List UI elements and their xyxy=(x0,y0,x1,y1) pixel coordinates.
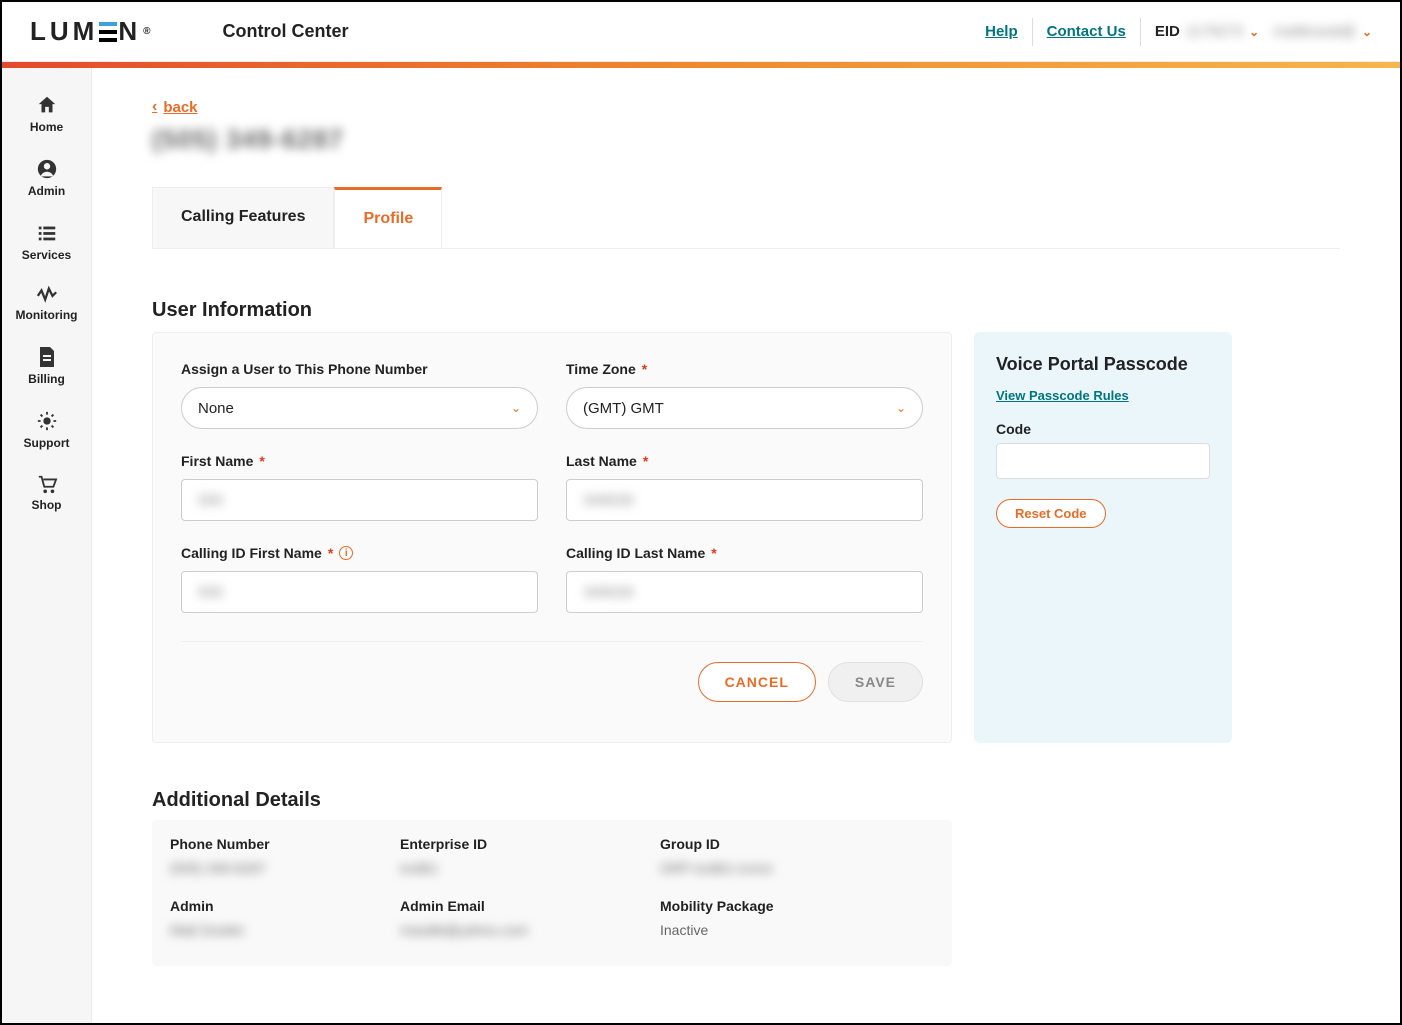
cart-icon xyxy=(36,474,58,494)
chevron-down-icon: ⌄ xyxy=(896,401,906,415)
list-icon xyxy=(36,222,58,244)
cid-last-name-input[interactable] xyxy=(566,571,923,613)
cid-last-name-label: Calling ID Last Name* xyxy=(566,545,923,561)
group-id-value: GRP-evdb1-xxxxx xyxy=(660,860,934,876)
tab-profile[interactable]: Profile xyxy=(334,187,442,248)
sidebar-label: Home xyxy=(30,120,63,134)
back-link[interactable]: ‹ back xyxy=(152,98,198,116)
sidebar-label: Billing xyxy=(28,372,65,386)
user-info-card: Assign a User to This Phone Number None … xyxy=(152,332,952,743)
admin-email-label: Admin Email xyxy=(400,898,660,914)
reset-code-button[interactable]: Reset Code xyxy=(996,499,1106,528)
last-name-label: Last Name* xyxy=(566,453,923,469)
sidebar-item-billing[interactable]: Billing xyxy=(2,334,91,398)
support-icon xyxy=(36,410,58,432)
app-title: Control Center xyxy=(222,21,348,42)
assign-user-label: Assign a User to This Phone Number xyxy=(181,361,538,377)
admin-value: Matt Dowler xyxy=(170,922,400,938)
mobility-package-value: Inactive xyxy=(660,922,934,938)
user-value: mattkowal@ xyxy=(1273,23,1356,40)
last-name-input[interactable] xyxy=(566,479,923,521)
timezone-value: (GMT) GMT xyxy=(583,400,664,417)
assign-user-value: None xyxy=(198,400,234,417)
sidebar-label: Monitoring xyxy=(16,308,78,322)
divider xyxy=(181,641,923,642)
mobility-package-label: Mobility Package xyxy=(660,898,934,914)
sidebar-label: Support xyxy=(24,436,70,450)
assign-user-select[interactable]: None ⌄ xyxy=(181,387,538,429)
sidebar-item-home[interactable]: Home xyxy=(2,82,91,146)
eid-dropdown[interactable]: EID 1179273 ⌄ xyxy=(1155,23,1259,40)
monitoring-icon xyxy=(36,286,58,304)
sidebar: Home Admin Services Monitoring Billing S… xyxy=(2,68,92,1023)
passcode-title: Voice Portal Passcode xyxy=(996,354,1210,375)
chevron-left-icon: ‹ xyxy=(152,98,157,116)
user-info-heading: User Information xyxy=(152,299,1340,322)
chevron-down-icon: ⌄ xyxy=(1362,25,1372,39)
divider xyxy=(1140,18,1141,46)
divider xyxy=(1032,18,1033,46)
sidebar-label: Admin xyxy=(28,184,65,198)
sidebar-item-services[interactable]: Services xyxy=(2,210,91,274)
code-label: Code xyxy=(996,421,1210,437)
page-title-phone: (505) 349-6287 xyxy=(152,124,1340,155)
additional-details-card: Phone Number (505) 349-6287 Enterprise I… xyxy=(152,820,952,966)
tabs: Calling Features Profile xyxy=(152,187,1340,249)
cid-first-name-input[interactable] xyxy=(181,571,538,613)
eid-label: EID xyxy=(1155,23,1180,40)
first-name-input[interactable] xyxy=(181,479,538,521)
billing-icon xyxy=(37,346,57,368)
additional-details-heading: Additional Details xyxy=(152,789,1340,812)
save-button[interactable]: SAVE xyxy=(828,662,923,702)
timezone-label: Time Zone* xyxy=(566,361,923,377)
home-icon xyxy=(36,94,58,116)
lumen-logo: LUMN® xyxy=(30,16,154,47)
tab-calling-features[interactable]: Calling Features xyxy=(152,187,334,248)
sidebar-label: Shop xyxy=(32,498,62,512)
cid-first-name-label: Calling ID First Name*i xyxy=(181,545,538,561)
group-id-label: Group ID xyxy=(660,836,934,852)
code-input[interactable] xyxy=(996,443,1210,479)
main-content: ‹ back (505) 349-6287 Calling Features P… xyxy=(92,68,1400,1023)
topbar: LUMN® Control Center Help Contact Us EID… xyxy=(2,2,1400,62)
user-icon xyxy=(36,158,58,180)
phone-number-label: Phone Number xyxy=(170,836,400,852)
user-dropdown[interactable]: mattkowal@ ⌄ xyxy=(1273,23,1372,40)
chevron-down-icon: ⌄ xyxy=(1249,25,1259,39)
voice-portal-passcode-card: Voice Portal Passcode View Passcode Rule… xyxy=(974,332,1232,743)
back-text: back xyxy=(163,99,197,116)
topbar-right: Help Contact Us EID 1179273 ⌄ mattkowal@… xyxy=(985,18,1372,46)
timezone-select[interactable]: (GMT) GMT ⌄ xyxy=(566,387,923,429)
view-passcode-rules-link[interactable]: View Passcode Rules xyxy=(996,388,1129,403)
enterprise-id-label: Enterprise ID xyxy=(400,836,660,852)
sidebar-item-monitoring[interactable]: Monitoring xyxy=(2,274,91,334)
sidebar-item-support[interactable]: Support xyxy=(2,398,91,462)
phone-number-value: (505) 349-6287 xyxy=(170,860,400,876)
cancel-button[interactable]: CANCEL xyxy=(698,662,816,702)
eid-value: 1179273 xyxy=(1186,23,1243,40)
info-icon[interactable]: i xyxy=(339,546,353,560)
contact-link[interactable]: Contact Us xyxy=(1047,23,1126,40)
help-link[interactable]: Help xyxy=(985,23,1018,40)
chevron-down-icon: ⌄ xyxy=(511,401,521,415)
first-name-label: First Name* xyxy=(181,453,538,469)
enterprise-id-value: evdb1 xyxy=(400,860,660,876)
sidebar-item-admin[interactable]: Admin xyxy=(2,146,91,210)
topbar-left: LUMN® Control Center xyxy=(30,16,348,47)
sidebar-label: Services xyxy=(22,248,71,262)
sidebar-item-shop[interactable]: Shop xyxy=(2,462,91,524)
admin-label: Admin xyxy=(170,898,400,914)
admin-email-value: masdkt@yahoo.com xyxy=(400,922,660,938)
